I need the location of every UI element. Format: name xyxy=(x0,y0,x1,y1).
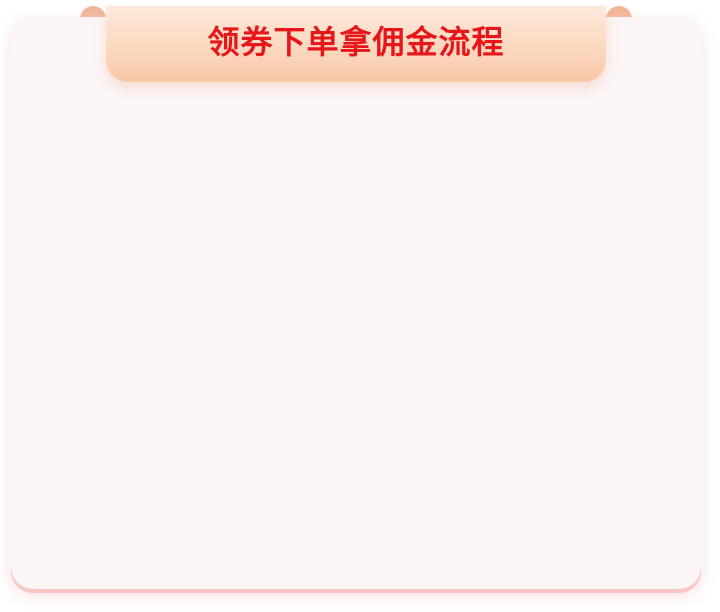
process-card xyxy=(11,17,701,589)
stage: 领券下单拿佣金流程 xyxy=(0,0,720,612)
page-title: 领券下单拿佣金流程 xyxy=(207,23,505,61)
title-ribbon: 领券下单拿佣金流程 xyxy=(106,6,606,82)
